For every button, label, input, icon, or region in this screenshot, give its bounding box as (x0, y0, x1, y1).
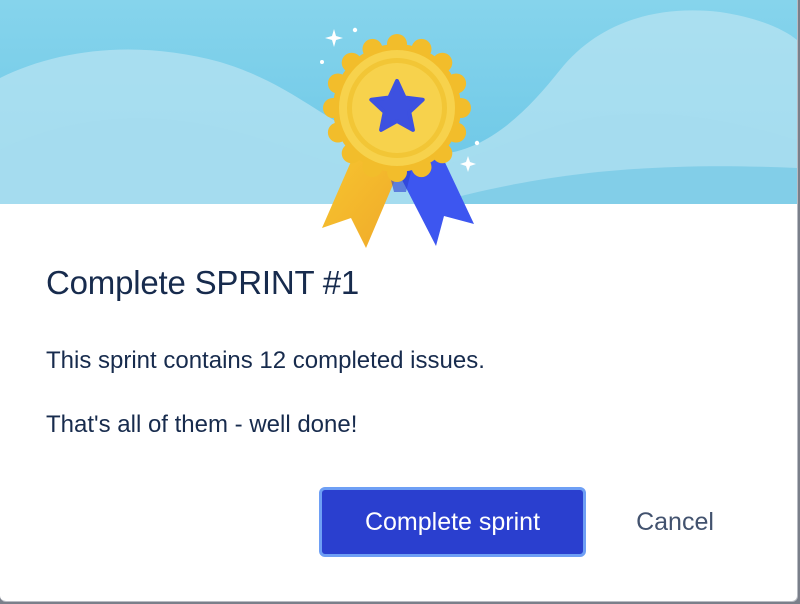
sparkle-dot (474, 140, 480, 146)
complete-sprint-button[interactable]: Complete sprint (319, 487, 586, 557)
complete-sprint-dialog: Complete SPRINT #1 This sprint contains … (0, 0, 798, 602)
sparkle-dot (320, 60, 324, 64)
header-illustration (0, 0, 797, 248)
congratulations-message: That's all of them - well done! (46, 411, 358, 438)
celebration-header (0, 0, 797, 260)
sparkle-dot (352, 27, 358, 33)
dialog-actions: Complete sprint Cancel (0, 487, 797, 557)
medal-body (323, 34, 471, 182)
completed-issues-message: This sprint contains 12 completed issues… (46, 347, 485, 374)
cancel-button[interactable]: Cancel (612, 487, 738, 557)
dialog-title: Complete SPRINT #1 (46, 264, 360, 301)
award-medal-icon (322, 34, 474, 248)
